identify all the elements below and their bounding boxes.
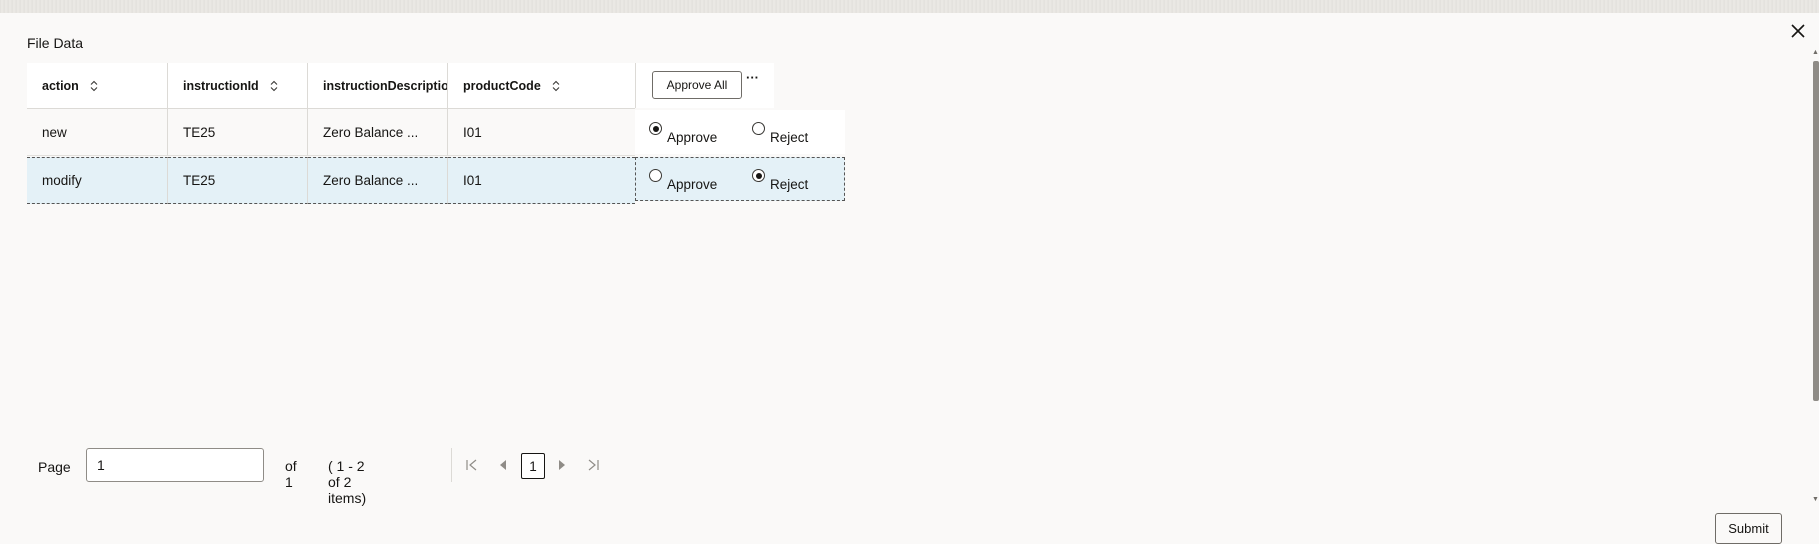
table-cell-instructionid[interactable]: TE25 [168, 157, 308, 204]
items-range-label: ( 1 - 2 of 2 items) [328, 458, 367, 506]
approve-column-header: Approve All ··· [635, 63, 774, 108]
close-icon [1791, 24, 1805, 38]
scroll-up-arrow[interactable]: ▲ [1812, 49, 1819, 56]
more-options-icon[interactable]: ··· [746, 70, 759, 85]
dialog-title: File Data [27, 35, 84, 51]
previous-page-button[interactable] [492, 454, 514, 476]
reject-radio-label[interactable]: Reject [770, 177, 808, 192]
first-page-button[interactable] [461, 454, 483, 476]
table-cell-action[interactable]: modify [27, 157, 168, 204]
approve-radio-label[interactable]: Approve [667, 130, 717, 145]
approve-radio[interactable] [649, 169, 662, 182]
pagination-divider [451, 448, 452, 482]
column-header-instructionid[interactable]: instructionId [168, 63, 308, 109]
file-data-dialog: File Data ▲ ▼ action instructionId instr… [0, 13, 1819, 544]
table-cell-productcode[interactable]: I01 [448, 157, 635, 204]
column-header-instructiondescription[interactable]: instructionDescription [308, 63, 448, 109]
decision-radio-group-row-2: Approve Reject [635, 157, 845, 201]
next-page-button[interactable] [551, 454, 573, 476]
table-cell-action[interactable]: new [27, 109, 168, 156]
table-cell-instructiondescription[interactable]: Zero Balance ... [308, 109, 448, 156]
column-header-label: action [42, 78, 79, 93]
previous-page-icon [500, 460, 506, 470]
background-strip [0, 0, 1819, 13]
page-total-label: of 1 [285, 458, 297, 490]
last-page-icon [588, 459, 599, 471]
close-button[interactable] [1786, 19, 1810, 43]
reject-radio[interactable] [752, 122, 765, 135]
table-cell-instructiondescription[interactable]: Zero Balance ... [308, 157, 448, 204]
last-page-button[interactable] [582, 454, 604, 476]
approve-radio[interactable] [649, 122, 662, 135]
reject-radio[interactable] [752, 169, 765, 182]
first-page-icon [466, 459, 477, 471]
decision-radio-group-row-1: Approve Reject [635, 110, 845, 154]
approve-all-button[interactable]: Approve All [652, 71, 742, 99]
table-cell-productcode[interactable]: I01 [448, 109, 635, 156]
column-header-label: instructionDescription [323, 78, 447, 93]
column-header-label: productCode [463, 78, 541, 93]
table-cell-instructionid[interactable]: TE25 [168, 109, 308, 156]
vertical-scrollbar[interactable] [1813, 61, 1819, 401]
next-page-icon [559, 460, 565, 470]
reject-radio-label[interactable]: Reject [770, 130, 808, 145]
scroll-down-arrow[interactable]: ▼ [1812, 496, 1819, 503]
submit-button[interactable]: Submit [1715, 513, 1782, 544]
approve-radio-label[interactable]: Approve [667, 177, 717, 192]
current-page-indicator[interactable]: 1 [521, 453, 545, 479]
column-header-label: instructionId [183, 78, 259, 93]
page-number-input[interactable] [86, 448, 264, 482]
sort-icon[interactable] [551, 80, 561, 92]
column-header-productcode[interactable]: productCode [448, 63, 635, 109]
page-label: Page [38, 459, 71, 475]
sort-icon[interactable] [89, 80, 99, 92]
column-header-action[interactable]: action [27, 63, 168, 109]
sort-icon[interactable] [269, 80, 279, 92]
